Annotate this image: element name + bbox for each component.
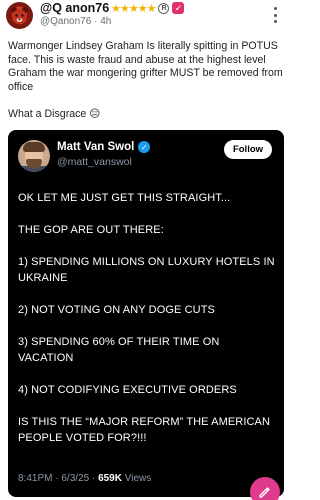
post-time: 4h (100, 16, 112, 27)
more-vertical-icon[interactable] (269, 4, 281, 26)
dot (273, 13, 277, 17)
embed-line: OK LET ME JUST GET THIS STRAIGHT... (18, 192, 231, 204)
author-avatar[interactable] (6, 2, 33, 29)
embed-author-avatar (18, 140, 50, 172)
verified-badge-icon: ✓ (138, 141, 151, 153)
author-handle[interactable]: @Qanon76 (40, 16, 91, 27)
compose-button[interactable] (250, 477, 280, 500)
follow-button: Follow (224, 140, 272, 159)
embed-body: OK LET ME JUST GET THIS STRAIGHT... THE … (18, 190, 276, 462)
author-handle-row: @Qanon76 · 4h (40, 16, 111, 27)
post-paragraph: Warmonger Lindsey Graham Is literally sp… (8, 40, 283, 93)
embed-line: 1) SPENDING MILLIONS ON LUXURY HOTELS IN… (18, 256, 275, 284)
dot (273, 7, 277, 10)
post-paragraph: What a Disgrace 😑 (8, 107, 101, 120)
embed-line: 4) NOT CODIFYING EXECUTIVE ORDERS (18, 384, 237, 396)
author-name-text: @Q anon76 (40, 1, 110, 15)
embed-author-name: Matt Van Swol ✓ (57, 141, 151, 153)
embed-line: THE GOP ARE OUT THERE: (18, 224, 164, 236)
embed-line: IS THIS THE “MAJOR REFORM” THE AMERICAN … (18, 416, 271, 444)
embed-date: 6/3/25 (61, 473, 90, 484)
embed-line: 2) NOT VOTING ON ANY DOGE CUTS (18, 304, 215, 316)
post-body: Warmonger Lindsey Graham Is literally sp… (8, 40, 284, 135)
registered-icon: R (158, 2, 170, 14)
embed-line: 3) SPENDING 60% OF THEIR TIME ON VACATIO… (18, 336, 220, 364)
bear-mascot-icon (11, 7, 28, 25)
embed-author-name-text: Matt Van Swol (57, 141, 135, 153)
embed-views-label: Views (124, 473, 152, 484)
star-rating-icon: ★★★★★ (111, 2, 156, 15)
avatar-hair (23, 142, 45, 152)
author-display-name[interactable]: @Q anon76 ★★★★★ R ✓ (40, 1, 185, 15)
embed-author-handle: @matt_vanswol (57, 156, 132, 168)
embed-views-count: 659K (98, 473, 122, 484)
pencil-icon (259, 487, 270, 498)
dot (273, 20, 277, 23)
embed-meta: 8:41PM · 6/3/25 · 659K Views (18, 473, 151, 484)
post-header: @Q anon76 ★★★★★ R ✓ @Qanon76 · 4h (0, 0, 293, 36)
embedded-tweet-screenshot[interactable]: Matt Van Swol ✓ @matt_vanswol Follow OK … (8, 130, 284, 497)
verified-badge-icon: ✓ (172, 2, 185, 14)
embed-time: 8:41PM (18, 473, 53, 484)
